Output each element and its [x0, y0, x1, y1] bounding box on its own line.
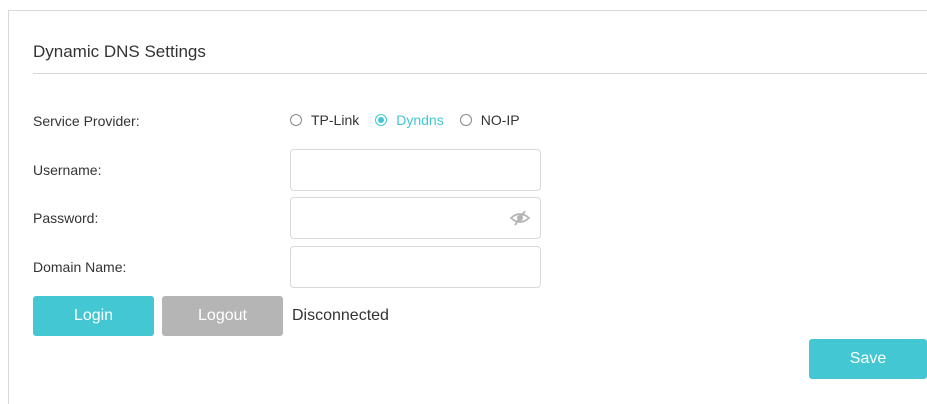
password-input[interactable] [291, 198, 540, 238]
radio-label-dyndns: Dyndns [396, 112, 444, 128]
domain-name-input[interactable] [291, 247, 540, 287]
save-button[interactable]: Save [809, 339, 927, 379]
radio-button-dyndns[interactable] [375, 114, 388, 126]
eye-slash-icon[interactable] [509, 210, 531, 226]
section-title: Dynamic DNS Settings [33, 42, 206, 61]
radio-label-no-ip: NO-IP [480, 112, 520, 128]
radio-button-tp-link[interactable] [290, 114, 302, 126]
logout-button[interactable]: Logout [162, 296, 283, 336]
domain-name-label: Domain Name: [33, 259, 127, 275]
password-field [290, 197, 541, 239]
radio-button-no-ip[interactable] [459, 114, 472, 126]
username-field [290, 149, 541, 191]
username-label: Username: [33, 162, 102, 178]
radio-option-dyndns[interactable]: Dyndns [375, 112, 444, 128]
radio-label-tp-link: TP-Link [311, 112, 360, 128]
connection-status: Disconnected [292, 307, 389, 324]
domain-name-field [290, 246, 541, 288]
service-provider-label: Service Provider: [33, 113, 140, 129]
service-provider-radio-group: TP-Link Dyndns NO-IP [290, 110, 536, 130]
title-divider [33, 73, 927, 74]
username-input[interactable] [291, 150, 540, 190]
login-button[interactable]: Login [33, 296, 154, 336]
radio-option-tp-link[interactable]: TP-Link [290, 112, 359, 128]
radio-option-no-ip[interactable]: NO-IP [459, 112, 520, 128]
password-label: Password: [33, 210, 99, 226]
